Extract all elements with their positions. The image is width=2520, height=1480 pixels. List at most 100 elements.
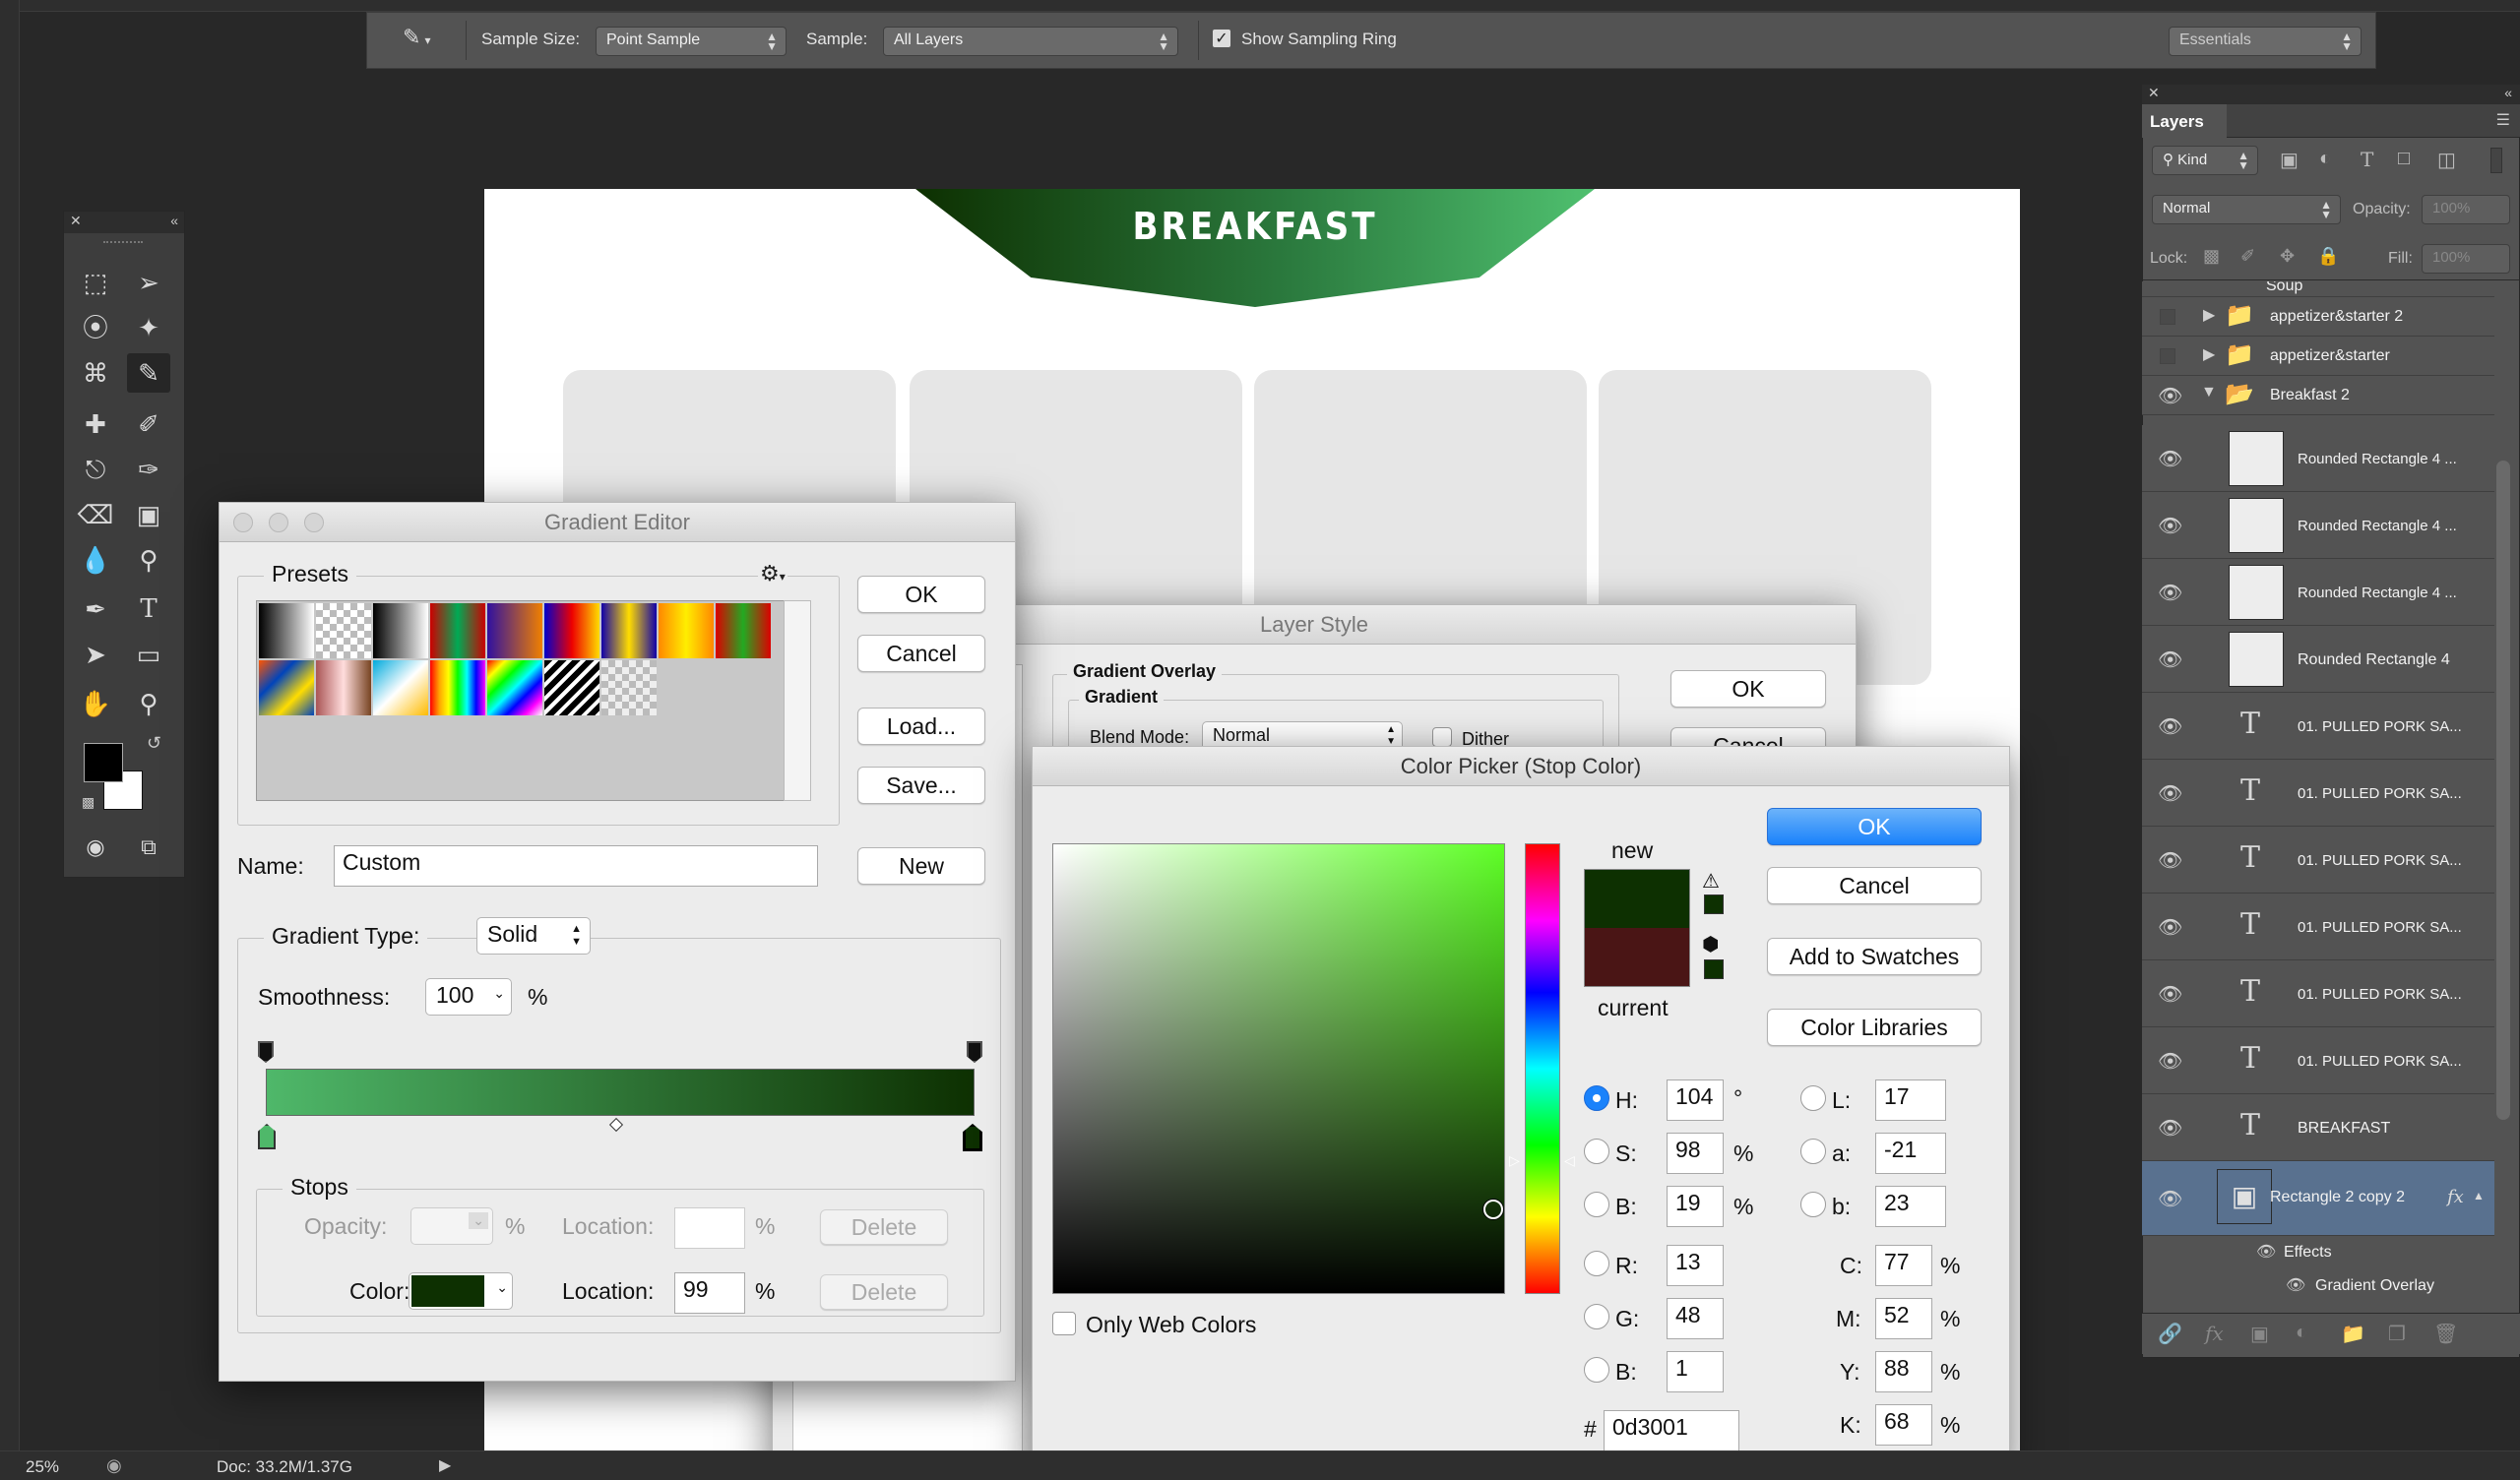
eye-icon[interactable]: 👁	[2158, 514, 2182, 538]
grip-handle[interactable]	[103, 241, 143, 245]
status-menu-arrow-icon[interactable]: ▶	[439, 1455, 451, 1475]
collapse-effects-icon[interactable]: ▲	[2473, 1189, 2485, 1202]
only-web-colors-checkbox[interactable]	[1052, 1312, 1076, 1335]
opacity-select[interactable]: ⌄	[410, 1207, 493, 1245]
new-layer-icon[interactable]: ❐	[2388, 1322, 2406, 1346]
opacity-delete-button[interactable]: Delete	[820, 1209, 948, 1245]
tab-layers[interactable]: Layers	[2142, 104, 2227, 138]
dodge-tool-icon[interactable]: ⚲	[127, 540, 170, 580]
b-channel-field[interactable]: 23	[1875, 1186, 1946, 1227]
layer-row-group[interactable]: ▶ 📁 appetizer&starter	[2142, 337, 2494, 376]
swap-colors-icon[interactable]: ↺	[147, 733, 161, 754]
opacity-location-field[interactable]	[674, 1207, 745, 1249]
show-sampling-ring-checkbox[interactable]: ✓	[1212, 29, 1231, 48]
layer-row-text[interactable]: 👁 T 01. PULLED PORK SA...	[2142, 894, 2494, 960]
default-colors-icon[interactable]: ▩	[82, 794, 94, 811]
red-radio[interactable]	[1584, 1251, 1609, 1276]
sample-size-select[interactable]: Point Sample ▲ ▼	[596, 27, 787, 56]
black-field[interactable]: 68	[1875, 1404, 1932, 1446]
layer-row-text[interactable]: 👁 T 01. PULLED PORK SA...	[2142, 760, 2494, 827]
eye-icon[interactable]: 👁	[2158, 714, 2182, 739]
pixel-filter-icon[interactable]: ▣	[2280, 148, 2299, 172]
layer-row-soup[interactable]: Soup	[2142, 281, 2494, 297]
opacity-stop-right[interactable]	[967, 1041, 982, 1063]
pen-tool-icon[interactable]: ✒	[74, 589, 117, 629]
eye-icon[interactable]: 👁	[2158, 447, 2182, 471]
color-stop-right[interactable]	[963, 1124, 982, 1151]
gear-icon[interactable]: ⚙▾	[758, 561, 788, 586]
foreground-color-swatch[interactable]	[84, 743, 123, 782]
layer-row-text[interactable]: 👁 T BREAKFAST	[2142, 1094, 2494, 1161]
healing-brush-tool-icon[interactable]: ✚	[74, 404, 117, 444]
preset-swatch[interactable]	[373, 603, 428, 658]
current-color-swatch[interactable]	[1584, 928, 1690, 987]
preset-swatch[interactable]	[430, 660, 485, 715]
saturation-radio[interactable]	[1584, 1139, 1609, 1164]
hue-slider-right-arrow-icon[interactable]: ◁	[1564, 1152, 1575, 1169]
gamut-color-swatch[interactable]	[1704, 894, 1724, 914]
expand-arrow-icon[interactable]: ▶	[2203, 305, 2215, 325]
shape-filter-icon[interactable]: □	[2398, 148, 2410, 170]
eye-icon[interactable]: 👁	[2158, 581, 2182, 605]
layer-row-shape[interactable]: 👁 Rounded Rectangle 4	[2142, 626, 2494, 693]
lock-position-icon[interactable]: ✥	[2280, 246, 2295, 267]
eye-icon[interactable]: 👁	[2158, 982, 2182, 1007]
close-icon[interactable]: ✕	[2148, 85, 2160, 101]
preset-swatch[interactable]	[601, 660, 657, 715]
document-info-icon[interactable]: ◉	[106, 1455, 122, 1476]
link-layers-icon[interactable]: 🔗	[2158, 1322, 2182, 1346]
dither-checkbox[interactable]	[1432, 727, 1452, 747]
panel-menu-icon[interactable]: ☰	[2496, 110, 2510, 130]
brightness-radio[interactable]	[1584, 1192, 1609, 1217]
eye-icon[interactable]: 👁	[2158, 915, 2182, 940]
visibility-toggle[interactable]	[2160, 309, 2175, 325]
layer-opacity-field[interactable]: 100%	[2422, 195, 2510, 224]
preset-swatch[interactable]	[544, 603, 599, 658]
midpoint-diamond-icon[interactable]	[608, 1117, 624, 1133]
visibility-toggle[interactable]	[2160, 348, 2175, 364]
add-mask-icon[interactable]: ▣	[2250, 1322, 2269, 1346]
preset-swatch[interactable]	[259, 660, 314, 715]
gradient-ok-button[interactable]: OK	[857, 576, 985, 613]
color-field[interactable]	[1052, 843, 1505, 1294]
eye-icon[interactable]: 👁	[2158, 848, 2182, 873]
move-tool-icon[interactable]: ➢	[127, 263, 170, 302]
saturation-field[interactable]: 98	[1667, 1133, 1724, 1174]
presets-scrollbar[interactable]	[784, 600, 811, 801]
gradient-overlay-effect-row[interactable]: 👁 Gradient Overlay	[2142, 1269, 2494, 1303]
hex-field[interactable]: 0d3001	[1604, 1410, 1739, 1451]
filter-kind-select[interactable]: ⚲ Kind ▲ ▼	[2152, 146, 2258, 175]
close-window-button[interactable]	[233, 513, 253, 532]
hue-slider-left-arrow-icon[interactable]: ▷	[1509, 1152, 1520, 1169]
color-libraries-button[interactable]: Color Libraries	[1767, 1009, 1982, 1046]
blur-tool-icon[interactable]: 💧	[74, 540, 117, 580]
preset-swatch[interactable]	[716, 603, 771, 658]
preset-swatch[interactable]	[316, 603, 371, 658]
crop-tool-icon[interactable]: ⌘	[74, 353, 117, 393]
trash-icon[interactable]: 🗑	[2433, 1322, 2458, 1346]
add-to-swatches-button[interactable]: Add to Swatches	[1767, 938, 1982, 975]
hue-field[interactable]: 104	[1667, 1079, 1724, 1121]
type-tool-icon[interactable]: T	[127, 589, 170, 629]
new-group-icon[interactable]: 📁	[2341, 1322, 2365, 1346]
lock-all-icon[interactable]: 🔒	[2317, 246, 2339, 267]
type-filter-icon[interactable]: T	[2361, 148, 2373, 171]
a-channel-field[interactable]: -21	[1875, 1133, 1946, 1174]
close-icon[interactable]: ✕	[70, 213, 82, 229]
stamp-tool-icon[interactable]: ⎋	[74, 450, 117, 489]
eye-icon[interactable]: 👁	[2158, 648, 2182, 672]
web-safe-warning-icon[interactable]: ⬢	[1702, 932, 1719, 956]
gradient-tool-icon[interactable]: ▣	[127, 495, 170, 534]
gradient-cancel-button[interactable]: Cancel	[857, 635, 985, 672]
zoom-window-button[interactable]	[304, 513, 324, 532]
collapse-icon[interactable]: «	[170, 213, 178, 228]
zoom-tool-icon[interactable]: ⚲	[127, 684, 170, 723]
layers-scrollbar[interactable]	[2496, 461, 2510, 1120]
eye-icon[interactable]: 👁	[2158, 1049, 2182, 1074]
layer-row-text[interactable]: 👁 T 01. PULLED PORK SA...	[2142, 960, 2494, 1027]
blue-field[interactable]: 1	[1667, 1351, 1724, 1392]
eyedropper-tool-icon[interactable]: ✎	[127, 353, 170, 393]
quick-mask-icon[interactable]: ◉	[74, 828, 117, 867]
collapse-arrow-icon[interactable]: ▼	[2201, 384, 2217, 401]
eraser-tool-icon[interactable]: ⌫	[74, 495, 117, 534]
